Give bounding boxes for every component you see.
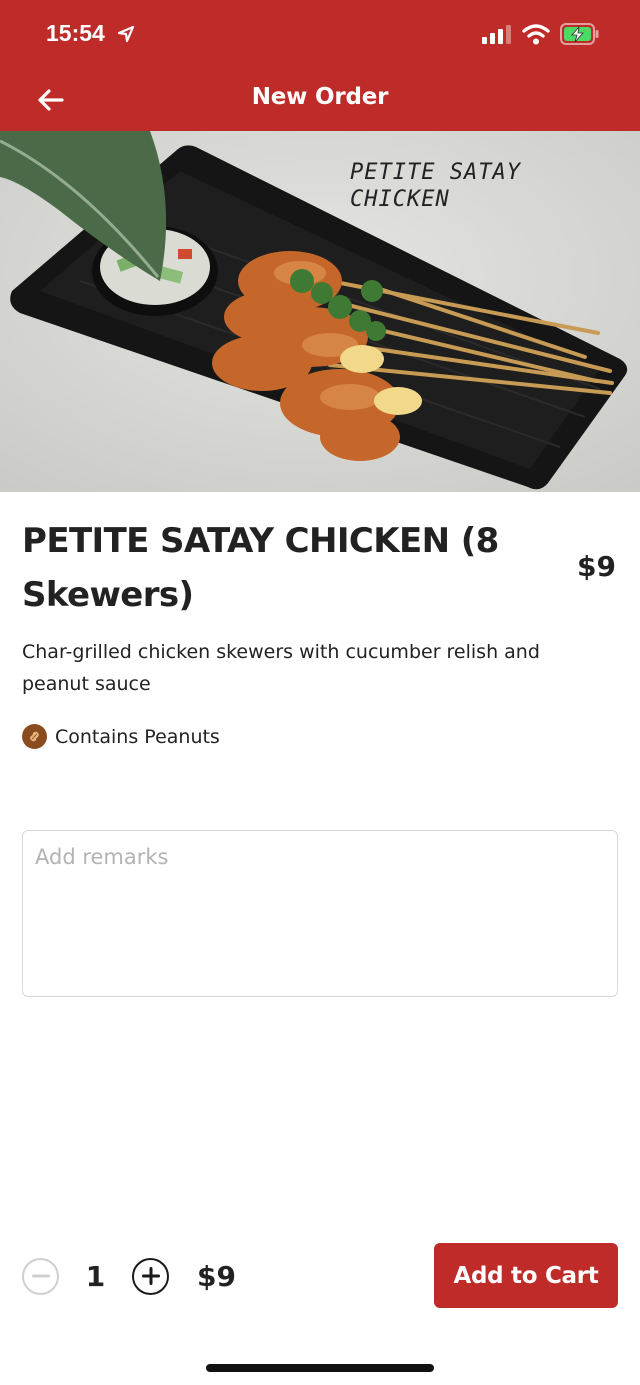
quantity-stepper: 1 $9 bbox=[22, 1256, 236, 1296]
wifi-icon bbox=[522, 23, 550, 49]
page-title: New Order bbox=[251, 84, 389, 110]
status-icons bbox=[482, 22, 600, 50]
home-indicator bbox=[206, 1364, 434, 1372]
quantity-value: 1 bbox=[85, 1259, 106, 1293]
status-clock: 15:54 bbox=[46, 20, 105, 46]
allergen-label: Contains Peanuts bbox=[55, 725, 220, 748]
cellular-signal-icon bbox=[482, 24, 512, 48]
dish-price: $9 bbox=[577, 550, 616, 583]
satay-illustration bbox=[0, 131, 640, 492]
remarks-input[interactable] bbox=[22, 830, 618, 997]
allergen-info: Contains Peanuts bbox=[22, 724, 220, 749]
peanut-icon bbox=[22, 724, 47, 749]
minus-icon bbox=[31, 1274, 50, 1278]
photo-caption: PETITE SATAY CHICKEN bbox=[350, 160, 521, 212]
app-header: 15:54 New Order bbox=[0, 0, 640, 131]
dish-photo: PETITE SATAY CHICKEN bbox=[0, 131, 640, 492]
order-total: $9 bbox=[197, 1259, 236, 1293]
dish-description: Char-grilled chicken skewers with cucumb… bbox=[22, 641, 540, 695]
dish-name: PETITE SATAY CHICKEN (8 Skewers) bbox=[22, 521, 499, 615]
location-arrow-icon bbox=[117, 22, 135, 49]
battery-charging-icon bbox=[560, 23, 600, 49]
decrease-quantity-button[interactable] bbox=[22, 1257, 59, 1295]
status-time: 15:54 bbox=[46, 20, 135, 49]
add-to-cart-button[interactable]: Add to Cart bbox=[434, 1243, 618, 1308]
increase-quantity-button[interactable] bbox=[132, 1257, 169, 1295]
plus-icon bbox=[141, 1267, 160, 1285]
